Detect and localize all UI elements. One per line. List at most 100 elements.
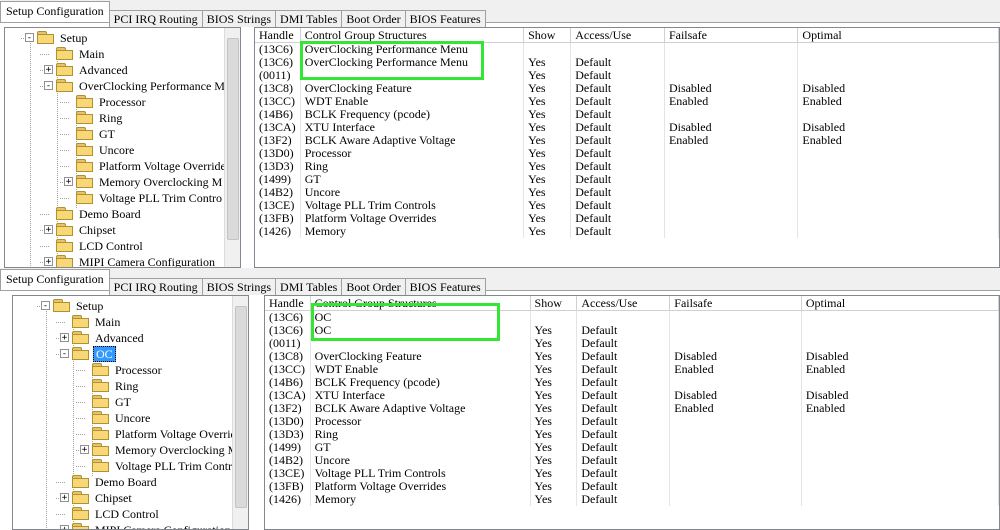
column-header-control-group-structures[interactable]: Control Group Structures	[310, 296, 531, 311]
table-row[interactable]: (1426) Memory Yes Default	[265, 493, 999, 506]
tab-setup-configuration[interactable]: Setup Configuration	[0, 269, 110, 290]
column-header-handle[interactable]: Handle	[255, 28, 301, 43]
tree-node-lcd-control[interactable]: LCD Control	[13, 506, 232, 522]
tree-node-demo-board[interactable]: Demo Board	[5, 206, 224, 222]
tab-pci-irq-routing[interactable]: PCI IRQ Routing	[108, 10, 203, 27]
tree-node-memory-overclocking-m[interactable]: + Memory Overclocking M	[13, 442, 238, 458]
expand-icon[interactable]: +	[80, 445, 89, 455]
tab-pci-irq-routing[interactable]: PCI IRQ Routing	[108, 278, 203, 295]
expand-icon[interactable]: +	[60, 493, 69, 503]
tree-node-advanced[interactable]: + Advanced	[13, 330, 232, 346]
tree-node-ring[interactable]: Ring	[13, 378, 232, 394]
column-header-control-group-structures[interactable]: Control Group Structures	[300, 28, 525, 43]
tree-node-chipset[interactable]: + Chipset	[5, 222, 224, 238]
table-row[interactable]: (13FB) Platform Voltage Overrides Yes Defau…	[265, 480, 999, 493]
table-row[interactable]: (13C8) OverClocking Feature Yes Default Disa…	[255, 82, 999, 95]
table-row[interactable]: (13C6) OverClocking Performance Menu Yes De…	[255, 56, 999, 69]
tree-node-oc[interactable]: - OC	[13, 346, 232, 362]
tree-node-gt[interactable]: GT	[5, 126, 224, 142]
tab-dmi-tables[interactable]: DMI Tables	[275, 10, 343, 27]
table-row[interactable]: (14B6) BCLK Frequency (pcode) Yes Default	[255, 108, 999, 121]
tree-node-lcd-control[interactable]: LCD Control	[5, 238, 224, 254]
column-header-handle[interactable]: Handle	[265, 296, 311, 311]
tab-bios-strings[interactable]: BIOS Strings	[201, 10, 277, 27]
tree-node-gt[interactable]: GT	[13, 394, 232, 410]
tree-node-uncore[interactable]: Uncore	[5, 142, 224, 158]
table-row[interactable]: (1499) GT Yes Default	[265, 441, 999, 454]
table-row[interactable]: (13CC) WDT Enable Yes Default Enabled Enabled	[255, 95, 999, 108]
column-header-access-use[interactable]: Access/Use	[570, 28, 665, 43]
expand-icon[interactable]: +	[44, 225, 53, 235]
tree-node-overclocking-performance-m[interactable]: - OverClocking Performance M	[5, 78, 225, 94]
scroll-thumb[interactable]	[235, 306, 247, 508]
table-row[interactable]: (13CA) XTU Interface Yes Default Disabled Dis…	[265, 389, 999, 402]
tab-dmi-tables[interactable]: DMI Tables	[275, 278, 343, 295]
tree-node-ring[interactable]: Ring	[5, 110, 224, 126]
tree-node-main[interactable]: Main	[13, 314, 232, 330]
tree-node-mipi-camera-configuration[interactable]: + MIPI Camera Configuration	[13, 522, 232, 529]
tree-scrollbar[interactable]	[232, 296, 248, 529]
table-row[interactable]: (13D0) Processor Yes Default	[255, 147, 999, 160]
column-header-failsafe[interactable]: Failsafe	[664, 28, 799, 43]
column-header-show[interactable]: Show	[530, 296, 578, 311]
table-row[interactable]: (13F2) BCLK Aware Adaptive Voltage Yes Defa…	[265, 402, 999, 415]
tab-boot-order[interactable]: Boot Order	[341, 10, 406, 27]
table-row[interactable]: (14B2) Uncore Yes Default	[265, 454, 999, 467]
tab-bios-features[interactable]: BIOS Features	[404, 10, 486, 27]
table-row[interactable]: (1426) Memory Yes Default	[255, 225, 999, 238]
tree-node-memory-overclocking-m[interactable]: + Memory Overclocking M	[5, 174, 224, 190]
tree-node-setup[interactable]: - Setup	[13, 298, 232, 314]
expand-icon[interactable]: +	[60, 333, 69, 343]
tree-node-main[interactable]: Main	[5, 46, 224, 62]
tree-node-advanced[interactable]: + Advanced	[5, 62, 224, 78]
tab-bios-strings[interactable]: BIOS Strings	[201, 278, 277, 295]
tab-boot-order[interactable]: Boot Order	[341, 278, 406, 295]
tab-setup-configuration[interactable]: Setup Configuration	[0, 1, 110, 22]
scroll-thumb[interactable]	[227, 38, 239, 240]
table-row[interactable]: (0011) Yes Default	[265, 337, 999, 350]
tree-node-voltage-pll-trim-contro[interactable]: Voltage PLL Trim Contro	[5, 190, 224, 206]
column-header-access-use[interactable]: Access/Use	[576, 296, 671, 311]
column-header-failsafe[interactable]: Failsafe	[669, 296, 802, 311]
expand-icon[interactable]: +	[60, 525, 69, 529]
table-row[interactable]: (14B6) BCLK Frequency (pcode) Yes Default	[265, 376, 999, 389]
expand-icon[interactable]: +	[44, 257, 53, 267]
table-row[interactable]: (13D3) Ring Yes Default	[265, 428, 999, 441]
column-header-optimal[interactable]: Optimal	[801, 296, 999, 311]
tab-bios-features[interactable]: BIOS Features	[404, 278, 486, 295]
tree-node-demo-board[interactable]: Demo Board	[13, 474, 232, 490]
tree-node-processor[interactable]: Processor	[13, 362, 232, 378]
table-row[interactable]: (13CA) XTU Interface Yes Default Disabled Dis…	[255, 121, 999, 134]
collapse-icon[interactable]: -	[25, 33, 34, 43]
tree-node-mipi-camera-configuration[interactable]: + MIPI Camera Configuration	[5, 254, 224, 267]
tree-node-uncore[interactable]: Uncore	[13, 410, 232, 426]
tree-view[interactable]: - Setup Main + Advanced - OverClocking Perform…	[4, 27, 241, 268]
tree-node-processor[interactable]: Processor	[5, 94, 224, 110]
table-row[interactable]: (13CE) Voltage PLL Trim Controls Yes Defaul…	[255, 199, 999, 212]
table-row[interactable]: (13FB) Platform Voltage Overrides Yes Defau…	[255, 212, 999, 225]
table-row[interactable]: (0011) Yes Default	[255, 69, 999, 82]
table-row[interactable]: (13C6) OC	[265, 310, 999, 324]
table-row[interactable]: (1499) GT Yes Default	[255, 173, 999, 186]
table-row[interactable]: (13C6) OverClocking Performance Menu	[255, 42, 999, 56]
table-row[interactable]: (13CE) Voltage PLL Trim Controls Yes Defaul…	[265, 467, 999, 480]
tree-node-chipset[interactable]: + Chipset	[13, 490, 232, 506]
tree-view[interactable]: - Setup Main + Advanced - OC Processor Ring GT Unc…	[12, 295, 249, 530]
collapse-icon[interactable]: -	[44, 81, 53, 91]
expand-icon[interactable]: +	[64, 177, 73, 187]
table-row[interactable]: (13CC) WDT Enable Yes Default Enabled Enabled	[265, 363, 999, 376]
table-row[interactable]: (13C8) OverClocking Feature Yes Default Disa…	[265, 350, 999, 363]
collapse-icon[interactable]: -	[60, 349, 69, 359]
tree-node-platform-voltage-override[interactable]: Platform Voltage Override	[5, 158, 226, 174]
collapse-icon[interactable]: -	[41, 301, 50, 311]
column-header-show[interactable]: Show	[523, 28, 572, 43]
column-header-optimal[interactable]: Optimal	[797, 28, 999, 43]
table-row[interactable]: (13C6) OC Yes Default	[265, 324, 999, 337]
table-row[interactable]: (13D3) Ring Yes Default	[255, 160, 999, 173]
table-row[interactable]: (14B2) Uncore Yes Default	[255, 186, 999, 199]
tree-node-setup[interactable]: - Setup	[5, 30, 224, 46]
tree-node-voltage-pll-trim-contro[interactable]: Voltage PLL Trim Contro	[13, 458, 238, 474]
table-row[interactable]: (13F2) BCLK Aware Adaptive Voltage Yes Defa…	[255, 134, 999, 147]
tree-node-platform-voltage-override[interactable]: Platform Voltage Override	[13, 426, 242, 442]
table-row[interactable]: (13D0) Processor Yes Default	[265, 415, 999, 428]
